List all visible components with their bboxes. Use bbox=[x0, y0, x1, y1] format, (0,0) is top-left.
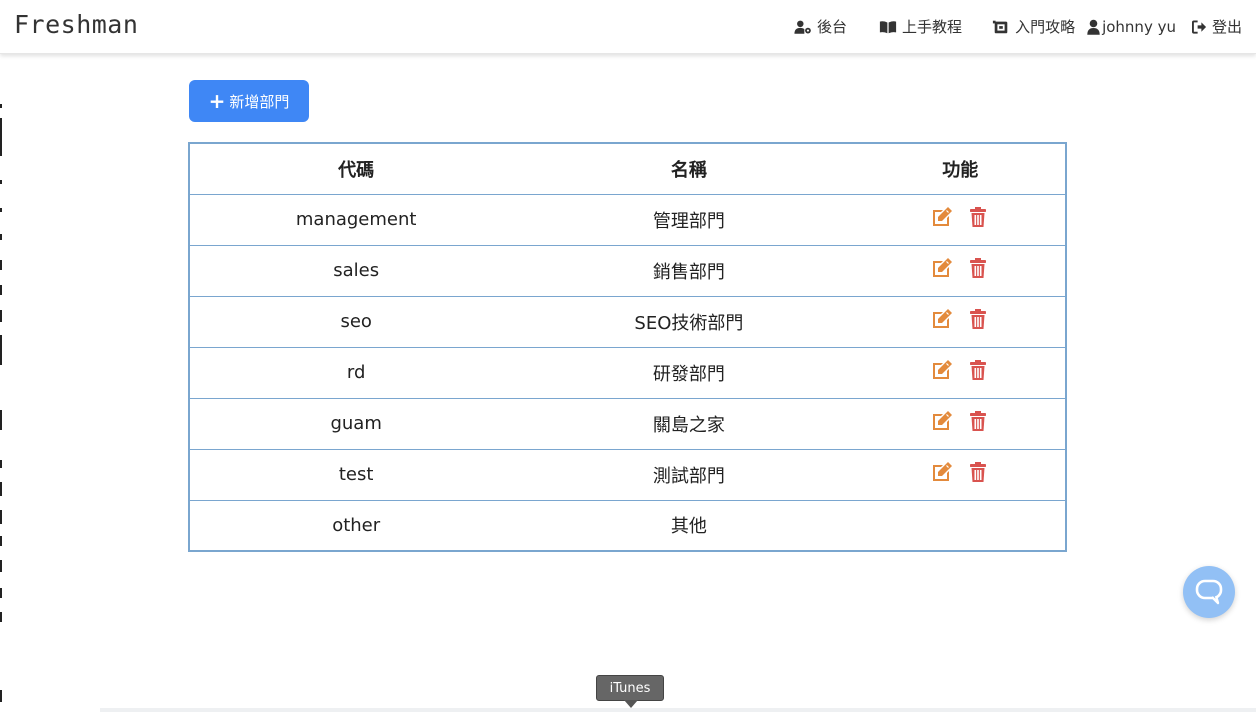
nav-tutorial-label: 上手教程 bbox=[902, 18, 963, 36]
trash-icon[interactable] bbox=[967, 206, 989, 228]
cell-code: other bbox=[332, 514, 381, 536]
trash-icon[interactable] bbox=[967, 308, 989, 330]
nav-user[interactable]: johnny yu bbox=[1087, 18, 1176, 36]
cell-name: 研發部門 bbox=[522, 347, 856, 399]
user-gear-icon bbox=[794, 20, 811, 34]
table-row: rd 研發部門 bbox=[189, 347, 1066, 399]
cell-code: sales bbox=[189, 245, 523, 297]
edit-icon[interactable] bbox=[931, 359, 953, 381]
department-table: 代碼 名稱 功能 management 管理部門 sales 銷售部門 seo … bbox=[188, 142, 1067, 552]
nav-guide-label: 入門攻略 bbox=[1015, 18, 1076, 36]
sign-out-icon bbox=[1191, 19, 1207, 34]
cell-name: 其他 bbox=[670, 516, 707, 538]
edit-icon[interactable] bbox=[931, 257, 953, 279]
table-row: management 管理部門 bbox=[189, 194, 1066, 246]
cell-actions bbox=[855, 398, 1066, 450]
trash-icon[interactable] bbox=[967, 410, 989, 432]
left-edge-marks bbox=[0, 100, 3, 702]
header-function: 功能 bbox=[855, 143, 1066, 195]
cell-actions bbox=[855, 296, 1066, 348]
cell-name: SEO技術部門 bbox=[522, 296, 856, 348]
header-code: 代碼 bbox=[189, 143, 523, 195]
map-guide-icon bbox=[992, 20, 1008, 33]
add-department-label: 新增部門 bbox=[229, 92, 290, 111]
edit-icon[interactable] bbox=[931, 410, 953, 432]
nav-user-label: johnny yu bbox=[1102, 17, 1176, 36]
nav-logout[interactable]: 登出 bbox=[1191, 16, 1242, 37]
trash-icon[interactable] bbox=[967, 461, 989, 483]
cell-code: seo bbox=[189, 296, 523, 348]
top-navbar: Freshman 後台 上手教程 入門攻略 johnny yu 登出 bbox=[0, 0, 1256, 54]
trash-icon[interactable] bbox=[967, 359, 989, 381]
itunes-tooltip: iTunes bbox=[596, 675, 664, 708]
cell-name: 銷售部門 bbox=[522, 245, 856, 297]
cell-code: management bbox=[189, 194, 523, 246]
cell-actions bbox=[855, 500, 1066, 551]
cell-actions bbox=[855, 449, 1066, 501]
table-row: seo SEO技術部門 bbox=[189, 296, 1066, 348]
table-header-row: 代碼 名稱 功能 bbox=[189, 143, 1066, 195]
chat-widget-button[interactable] bbox=[1183, 566, 1235, 618]
plus-icon: + bbox=[208, 89, 226, 113]
user-icon bbox=[1087, 19, 1100, 35]
trash-icon[interactable] bbox=[967, 257, 989, 279]
table-row: other 其他 bbox=[189, 500, 1066, 551]
nav-backend-label: 後台 bbox=[817, 18, 848, 36]
cell-code: test bbox=[189, 449, 523, 501]
edit-icon[interactable] bbox=[931, 206, 953, 228]
add-department-button[interactable]: + 新增部門 bbox=[189, 80, 309, 122]
book-open-icon bbox=[879, 20, 897, 33]
table-row: guam 關島之家 bbox=[189, 398, 1066, 450]
table-row: test 測試部門 bbox=[189, 449, 1066, 501]
cell-actions bbox=[855, 245, 1066, 297]
cell-name: 測試部門 bbox=[522, 449, 856, 501]
nav-tutorial[interactable]: 上手教程 bbox=[879, 16, 962, 37]
cell-actions bbox=[855, 194, 1066, 246]
nav-menu: 後台 上手教程 入門攻略 johnny yu 登出 bbox=[776, 16, 1242, 37]
table-row: sales 銷售部門 bbox=[189, 245, 1066, 297]
nav-backend[interactable]: 後台 bbox=[794, 16, 847, 37]
edit-icon[interactable] bbox=[931, 461, 953, 483]
brand-logo[interactable]: Freshman bbox=[14, 10, 138, 39]
chat-bubble-icon bbox=[1195, 579, 1223, 605]
cell-name: 關島之家 bbox=[522, 398, 856, 450]
cell-actions bbox=[855, 347, 1066, 399]
nav-guide[interactable]: 入門攻略 bbox=[992, 16, 1075, 37]
cell-code: guam bbox=[189, 398, 523, 450]
bottom-divider bbox=[100, 708, 1256, 712]
cell-code: rd bbox=[189, 347, 523, 399]
tooltip-label: iTunes bbox=[609, 680, 651, 696]
header-name: 名稱 bbox=[522, 143, 856, 195]
edit-icon[interactable] bbox=[931, 308, 953, 330]
nav-logout-label: 登出 bbox=[1211, 18, 1242, 36]
cell-name: 管理部門 bbox=[522, 194, 856, 246]
